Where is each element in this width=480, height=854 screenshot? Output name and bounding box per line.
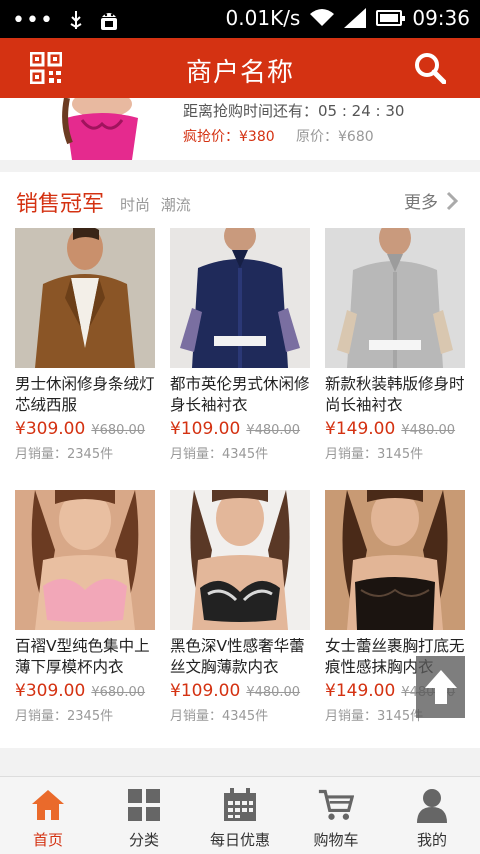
- status-right: 0.01K/s 09:36: [226, 6, 470, 30]
- product-sold: 月销量：3145件: [325, 447, 424, 462]
- wifi-icon: [310, 9, 335, 26]
- tab-label: 首页: [32, 831, 63, 849]
- product-card[interactable]: 新款秋装韩版修身时尚长袖衬衣 ¥149.00 ¥480.00 月销量：3145件: [325, 228, 465, 462]
- section-title: 销售冠军: [16, 192, 105, 217]
- product-image: [15, 490, 155, 630]
- notification-dots-icon: •••: [12, 8, 54, 33]
- product-card[interactable]: 百褶V型纯色集中上薄下厚模杯内衣 ¥309.00 ¥680.00 月销量：234…: [15, 490, 155, 724]
- product-prices: ¥149.00 ¥480.00: [325, 419, 465, 439]
- bottom-tab-bar: 首页 分类 每日优惠 购物车 我的: [0, 776, 480, 854]
- flash-sale-price: 疯抢价：¥380: [183, 129, 275, 145]
- flash-sale-image: [52, 98, 152, 160]
- sales-champion-section: 销售冠军 时尚 潮流 更多 男士休闲修身条绒灯芯绒西服 ¥309.00 ¥680…: [0, 172, 480, 748]
- product-prices: ¥109.00 ¥480.00: [170, 681, 310, 701]
- android-debug-icon: [100, 12, 117, 30]
- network-speed: 0.01K/s: [225, 6, 301, 30]
- product-image: [170, 490, 310, 630]
- product-price: ¥149.00: [325, 419, 396, 439]
- search-icon: [415, 53, 446, 84]
- product-image: [15, 228, 155, 368]
- product-image: [170, 228, 310, 368]
- usb-icon: [70, 10, 82, 29]
- product-image: [325, 228, 465, 368]
- flash-sale-item[interactable]: 距离抢购时间还有：05 : 24 : 30 疯抢价：¥380 原价：¥680: [0, 98, 480, 160]
- product-old-price: ¥680.00: [91, 685, 146, 700]
- more-label: 更多: [404, 193, 438, 213]
- grid-icon: [126, 787, 162, 823]
- product-sold: 月销量：4345件: [170, 447, 269, 462]
- product-old-price: ¥480.00: [246, 423, 301, 438]
- product-image: [325, 490, 465, 630]
- tab-profile[interactable]: 我的: [384, 777, 480, 854]
- tab-label: 购物车: [313, 831, 359, 849]
- search-button[interactable]: [412, 50, 448, 86]
- product-name: 男士休闲修身条绒灯芯绒西服: [15, 375, 155, 414]
- product-name: 新款秋装韩版修身时尚长袖衬衣: [325, 375, 465, 414]
- product-card[interactable]: 都市英伦男式休闲修身长袖衬衣 ¥109.00 ¥480.00 月销量：4345件: [170, 228, 310, 462]
- app-header: 商户名称: [0, 38, 480, 98]
- clock: 09:36: [412, 6, 470, 30]
- section-tags: 时尚 潮流: [120, 196, 191, 214]
- tab-category[interactable]: 分类: [96, 777, 192, 854]
- product-old-price: ¥480.00: [246, 685, 301, 700]
- product-old-price: ¥480.00: [401, 423, 456, 438]
- product-name: 都市英伦男式休闲修身长袖衬衣: [170, 375, 310, 414]
- product-name: 百褶V型纯色集中上薄下厚模杯内衣: [15, 637, 150, 676]
- user-icon: [414, 787, 450, 823]
- product-price: ¥149.00: [325, 681, 396, 701]
- product-sold: 月销量：2345件: [15, 447, 114, 462]
- product-price: ¥309.00: [15, 419, 86, 439]
- product-price: ¥309.00: [15, 681, 86, 701]
- arrow-up-icon: [424, 670, 457, 704]
- tab-label: 分类: [128, 831, 159, 849]
- product-name: 黑色深V性感奢华蕾丝文胸薄款内衣: [170, 637, 305, 676]
- tab-home[interactable]: 首页: [0, 777, 96, 854]
- signal-icon: [344, 8, 367, 28]
- product-price: ¥109.00: [170, 681, 241, 701]
- home-icon: [30, 787, 66, 823]
- product-card[interactable]: 黑色深V性感奢华蕾丝文胸薄款内衣 ¥109.00 ¥480.00 月销量：434…: [170, 490, 310, 724]
- tab-daily-deals[interactable]: 每日优惠: [192, 777, 288, 854]
- calendar-icon: [222, 787, 258, 823]
- product-sold: 月销量：4345件: [170, 709, 269, 724]
- product-prices: ¥109.00 ¥480.00: [170, 419, 310, 439]
- tab-label: 每日优惠: [209, 831, 270, 849]
- product-sold: 月销量：2345件: [15, 709, 114, 724]
- tab-label: 我的: [416, 831, 447, 849]
- back-to-top-button[interactable]: [416, 656, 465, 718]
- status-bar: ••• 0.01K/s 09:36: [0, 0, 480, 38]
- chevron-right-icon: [446, 191, 458, 210]
- flash-original-price: 原价：¥680: [296, 129, 374, 145]
- flash-countdown: 距离抢购时间还有：05 : 24 : 30: [183, 102, 405, 120]
- status-left: •••: [12, 8, 120, 33]
- product-card[interactable]: 男士休闲修身条绒灯芯绒西服 ¥309.00 ¥680.00 月销量：2345件: [15, 228, 155, 462]
- product-old-price: ¥680.00: [91, 423, 146, 438]
- product-prices: ¥309.00 ¥680.00: [15, 419, 155, 439]
- page-title: 商户名称: [185, 58, 294, 88]
- battery-icon: [376, 10, 406, 26]
- tab-cart[interactable]: 购物车: [288, 777, 384, 854]
- product-prices: ¥309.00 ¥680.00: [15, 681, 155, 701]
- more-link[interactable]: 更多: [404, 188, 458, 213]
- cart-icon: [318, 787, 354, 823]
- product-price: ¥109.00: [170, 419, 241, 439]
